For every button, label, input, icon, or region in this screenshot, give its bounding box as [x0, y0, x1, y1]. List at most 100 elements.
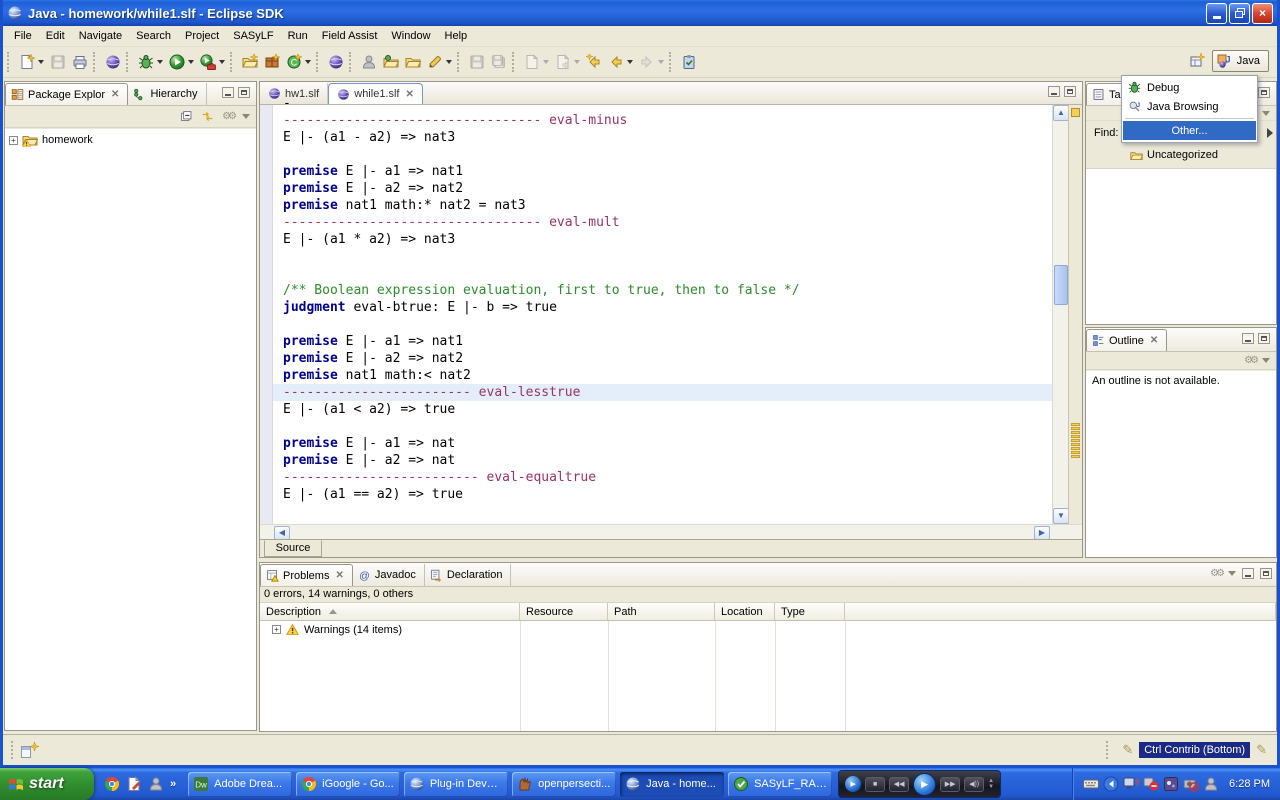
expand-icon[interactable]: + — [9, 136, 18, 145]
column-type[interactable]: Type — [775, 603, 845, 620]
tab-outline[interactable]: Outline ✕ — [1086, 329, 1167, 351]
messenger-icon[interactable] — [148, 776, 164, 792]
perspective-java-button[interactable]: Java — [1212, 50, 1269, 72]
ctrl-contrib-field[interactable]: Ctrl Contrib (Bottom) — [1139, 742, 1250, 758]
scroll-right-icon[interactable]: ▶ — [1034, 526, 1050, 540]
close-icon[interactable]: ✕ — [1150, 335, 1158, 346]
back-to-last-button[interactable] — [583, 51, 605, 73]
back-dropdown[interactable] — [627, 60, 633, 64]
sasylf-tool-button[interactable] — [325, 51, 347, 73]
open-perspective-button[interactable] — [1186, 50, 1208, 72]
editor-code[interactable]: ---------------------------------- eval-… — [273, 95, 1052, 524]
scrollbar-thumb[interactable] — [1054, 265, 1068, 305]
external-tools-dropdown[interactable] — [219, 60, 225, 64]
restore-button[interactable] — [1229, 3, 1250, 24]
keyboard-tray-icon[interactable] — [1083, 776, 1099, 792]
volume-button[interactable]: ◀)) — [964, 777, 984, 792]
problems-table-body[interactable]: + Warnings (14 items) — [260, 621, 1276, 731]
print-button[interactable] — [69, 51, 91, 73]
minimize-view-icon[interactable] — [1242, 333, 1254, 344]
menu-run[interactable]: Run — [281, 28, 315, 44]
tab-javadoc[interactable]: Javadoc — [353, 564, 425, 586]
column-resource[interactable]: Resource — [520, 603, 608, 620]
taskbar-button-plugin-dev[interactable]: Plug-in Devel... — [404, 772, 508, 797]
debug-button[interactable] — [135, 51, 157, 73]
maximize-view-icon[interactable] — [238, 87, 250, 98]
run-button[interactable] — [166, 51, 188, 73]
minimize-button[interactable] — [1206, 3, 1227, 24]
last-edit-location-button[interactable] — [521, 51, 543, 73]
forward-button[interactable] — [636, 51, 658, 73]
taskbar-button-openpersecti[interactable]: openpersecti... — [512, 772, 616, 797]
taskbar-clock[interactable]: 6:28 PM — [1229, 778, 1270, 790]
new-java-project-button[interactable] — [239, 51, 261, 73]
taskbar-button-sasylf[interactable]: SASyLF_RAi... — [728, 772, 832, 797]
maximize-view-icon[interactable] — [1258, 87, 1270, 98]
tab-declaration[interactable]: Declaration — [425, 564, 512, 586]
tab-hierarchy[interactable]: Hierarchy — [128, 83, 206, 105]
menu-item-other[interactable]: Other... — [1123, 121, 1256, 140]
view-menu-icon[interactable] — [1262, 111, 1270, 116]
new-class-button[interactable] — [283, 51, 305, 73]
taskbar-button-java-eclipse[interactable]: Java - home... — [620, 772, 724, 797]
menu-project[interactable]: Project — [178, 28, 226, 44]
quick-launch-overflow-icon[interactable]: » — [170, 778, 176, 790]
save-all-button[interactable] — [488, 51, 510, 73]
tasks-list[interactable] — [1086, 168, 1276, 324]
play-button[interactable]: ▶ — [913, 773, 936, 796]
sasylf-check-button[interactable] — [102, 51, 124, 73]
new-wizard-dropdown[interactable] — [38, 60, 44, 64]
debug-dropdown[interactable] — [157, 60, 163, 64]
filters-icon[interactable]: ⚙⚙ — [1244, 355, 1256, 366]
maximize-view-icon[interactable] — [1258, 333, 1270, 344]
overview-warning-marker[interactable] — [1071, 108, 1080, 117]
toolbar-resize-handle[interactable]: ▲▼ — [988, 779, 994, 790]
tab-package-explorer[interactable]: Package Explor ✕ — [5, 83, 128, 105]
filters-icon[interactable]: ⚙⚙ — [1210, 568, 1222, 579]
tab-source[interactable]: Source — [264, 540, 322, 557]
scroll-up-icon[interactable]: ▲ — [1053, 105, 1069, 121]
tasks-category-row[interactable]: Uncategorized — [1086, 145, 1276, 165]
remote-display-icon[interactable] — [1123, 776, 1139, 792]
overview-ruler[interactable] — [1068, 105, 1082, 524]
warnings-group-row[interactable]: + Warnings (14 items) — [260, 621, 1276, 638]
scroll-forward-icon[interactable] — [1267, 128, 1273, 138]
vertical-scrollbar[interactable]: ▲ ▼ — [1052, 105, 1068, 524]
menu-sasylf[interactable]: SASyLF — [226, 28, 280, 44]
run-dropdown[interactable] — [188, 60, 194, 64]
menu-file[interactable]: File — [7, 28, 39, 44]
minimize-view-icon[interactable] — [1242, 568, 1254, 579]
mark-occurrences-dropdown[interactable] — [446, 60, 452, 64]
view-menu-icon[interactable] — [1262, 358, 1270, 363]
task-list-button[interactable] — [678, 51, 700, 73]
overview-warning-markers[interactable] — [1071, 423, 1080, 459]
next-annotation-button[interactable] — [552, 51, 574, 73]
close-icon[interactable]: ✕ — [111, 89, 119, 100]
back-button[interactable] — [605, 51, 627, 73]
maximize-view-icon[interactable] — [1260, 568, 1272, 579]
open-task-button[interactable] — [358, 51, 380, 73]
taskbar-button-dreamweaver[interactable]: Adobe Drea... — [188, 772, 292, 797]
close-button[interactable]: × — [1252, 3, 1273, 24]
taskbar-button-igoogle[interactable]: iGoogle - Go... — [296, 772, 400, 797]
save-button-2[interactable] — [466, 51, 488, 73]
user-status-icon[interactable] — [1203, 776, 1219, 792]
previous-button[interactable]: ◀◀ — [889, 777, 909, 792]
menu-item-java-browsing[interactable]: Java Browsing — [1123, 97, 1256, 116]
maximize-editor-icon[interactable] — [1064, 86, 1076, 97]
tree-item-homework[interactable]: + homework — [5, 129, 256, 148]
chrome-icon[interactable] — [104, 776, 120, 792]
tab-problems[interactable]: Problems ✕ — [260, 564, 353, 586]
start-button[interactable]: start — [0, 768, 94, 800]
external-tools-button[interactable] — [197, 51, 219, 73]
camera-disabled-icon[interactable] — [1183, 776, 1199, 792]
menu-field-assist[interactable]: Field Assist — [315, 28, 385, 44]
graphics-settings-icon[interactable] — [1163, 776, 1179, 792]
menu-search[interactable]: Search — [129, 28, 178, 44]
filters-icon[interactable]: ⚙⚙ — [222, 111, 234, 122]
scroll-left-icon[interactable]: ◀ — [274, 526, 290, 540]
next-button[interactable]: ▶▶ — [940, 777, 960, 792]
minimize-view-icon[interactable] — [222, 87, 234, 98]
view-menu-icon[interactable] — [242, 114, 250, 119]
package-explorer-tree[interactable]: + homework — [5, 129, 256, 730]
